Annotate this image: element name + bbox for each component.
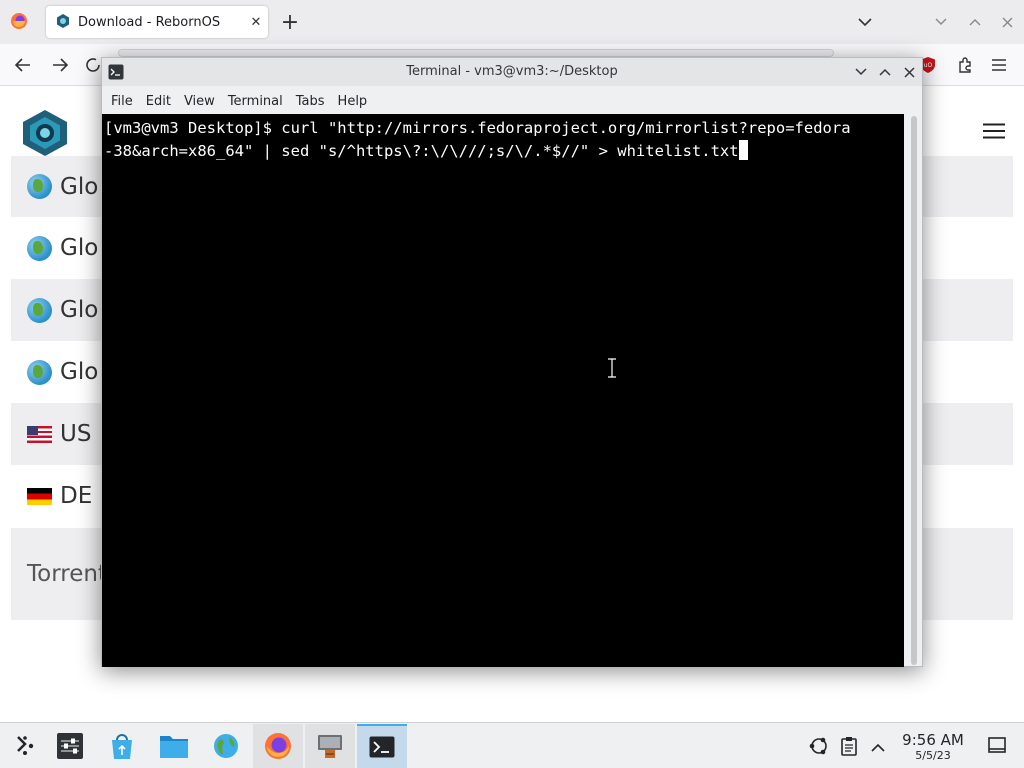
clipboard-icon[interactable] [840, 736, 860, 756]
globe-icon [27, 359, 52, 385]
terminal-command-text: -38&arch=x86_64" | sed "s/^https\?:\/\//… [104, 142, 739, 160]
terminal-window[interactable]: Terminal - vm3@vm3:~/Desktop File Edit V… [101, 57, 923, 667]
browser-tab-bar: Download - RebornOS ✕ + [0, 0, 1024, 44]
file-manager-icon[interactable] [149, 724, 199, 768]
desktop-screen: Download - RebornOS ✕ + uO Glo Glo Glo G… [0, 0, 1024, 768]
terminal-title: Terminal - vm3@vm3:~/Desktop [406, 64, 618, 79]
tab-close-button[interactable]: ✕ [244, 15, 268, 30]
terminal-titlebar[interactable]: Terminal - vm3@vm3:~/Desktop [102, 58, 922, 86]
back-arrow-icon[interactable] [12, 54, 34, 76]
mirror-label: Glo [60, 235, 99, 261]
window-close-button[interactable] [996, 11, 1018, 33]
network-icon[interactable] [808, 736, 830, 756]
show-desktop-icon[interactable] [988, 737, 1008, 755]
globe-icon [27, 235, 52, 261]
globe-icon [27, 297, 52, 323]
site-menu-icon[interactable] [983, 123, 1005, 143]
forward-arrow-icon[interactable] [49, 54, 71, 76]
clock[interactable]: 9:56 AM 5/5/23 [896, 731, 970, 763]
window-maximize-button[interactable] [964, 11, 986, 33]
window-minimize-button[interactable] [930, 11, 952, 33]
url-bar[interactable] [118, 49, 834, 57]
terminal-scrollbar[interactable] [908, 116, 920, 665]
menu-edit[interactable]: Edit [145, 94, 178, 109]
extensions-icon[interactable] [954, 54, 976, 76]
firefox-taskbar-icon[interactable] [253, 724, 303, 768]
list-all-tabs-button[interactable] [854, 11, 876, 33]
us-flag-icon [27, 425, 52, 443]
text-cursor [738, 140, 748, 160]
mirror-label: US [60, 421, 92, 447]
globe-icon [27, 174, 52, 199]
terminal-menubar: File Edit View Terminal Tabs Help [102, 88, 922, 114]
de-flag-icon [27, 487, 52, 505]
mirror-label: DE [60, 483, 93, 509]
taskbar: 9:56 AM 5/5/23 [0, 722, 1024, 768]
menu-file[interactable]: File [110, 94, 140, 109]
terminal-close-button[interactable] [900, 63, 918, 81]
hamburger-menu-icon[interactable] [988, 54, 1010, 76]
terminal-line-current: -38&arch=x86_64" | sed "s/^https\?:\/\//… [104, 140, 904, 163]
browser-tab-active[interactable]: Download - RebornOS ✕ [46, 6, 268, 38]
clock-date: 5/5/23 [915, 749, 951, 762]
mirror-label: Glo [60, 173, 99, 200]
menu-help[interactable]: Help [337, 94, 375, 109]
menu-view[interactable]: View [183, 94, 222, 109]
menu-terminal[interactable]: Terminal [227, 94, 290, 109]
mirror-label: Glo [60, 297, 99, 323]
menu-tabs[interactable]: Tabs [295, 94, 332, 109]
tab-title: Download - RebornOS [78, 14, 221, 30]
terminal-taskbar-icon[interactable] [357, 724, 407, 768]
terminal-line: [vm3@vm3 Desktop]$ curl "http://mirrors.… [104, 119, 851, 137]
firefox-view-icon[interactable] [8, 10, 30, 32]
torrent-label: Torrent [27, 561, 107, 587]
reborn-logo-icon [56, 13, 70, 32]
terminal-scrollbar-thumb[interactable] [911, 116, 917, 665]
software-store-icon[interactable] [97, 724, 147, 768]
reload-icon[interactable] [84, 54, 102, 76]
application-launcher-button[interactable] [0, 724, 50, 768]
system-settings-icon[interactable] [45, 724, 95, 768]
ibeam-cursor-icon [607, 357, 617, 379]
installer-icon[interactable] [305, 724, 355, 768]
system-tray-expand-icon[interactable] [870, 738, 888, 754]
rebornos-logo-icon[interactable] [20, 109, 70, 157]
terminal-minimize-button[interactable] [852, 63, 870, 81]
svg-text:uO: uO [924, 62, 933, 69]
new-tab-button[interactable]: + [278, 10, 302, 35]
mirror-label: Glo [60, 359, 99, 385]
terminal-output[interactable]: [vm3@vm3 Desktop]$ curl "http://mirrors.… [102, 114, 904, 667]
terminal-maximize-button[interactable] [876, 63, 894, 81]
web-browser-globe-icon[interactable] [201, 724, 251, 768]
clock-time: 9:56 AM [902, 731, 964, 749]
